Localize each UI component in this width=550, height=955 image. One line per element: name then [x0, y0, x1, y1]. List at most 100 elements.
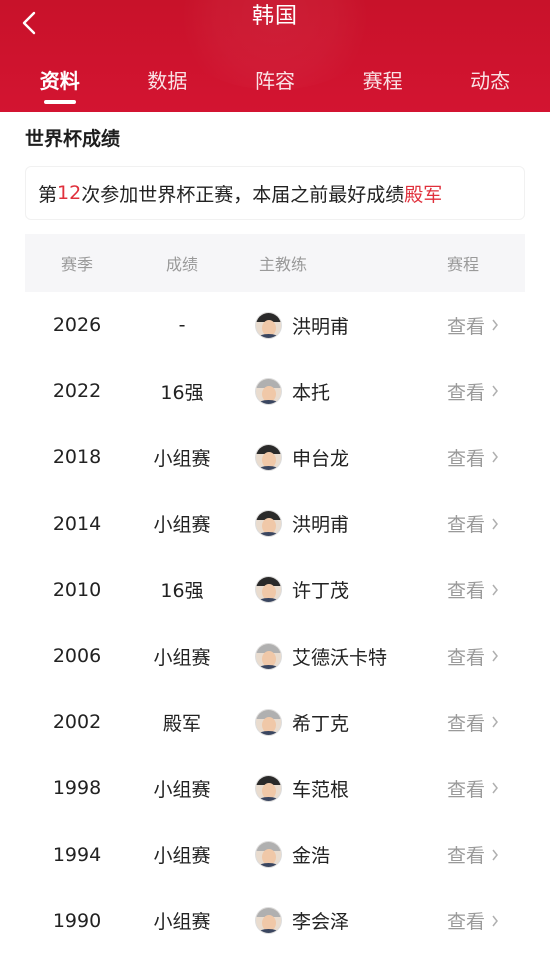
chevron-right-icon: [492, 915, 498, 927]
chevron-right-icon: [492, 650, 498, 662]
tab-bar: 资料 数据 阵容 赛程 动态: [0, 52, 550, 112]
summary-prefix: 第: [38, 183, 58, 206]
summary-count: 12: [57, 182, 82, 204]
coach-name: 希丁克: [292, 712, 350, 735]
chevron-right-icon: [492, 782, 498, 794]
season-cell: 2014: [52, 512, 102, 535]
view-label: 查看: [447, 646, 486, 669]
view-label: 查看: [447, 514, 486, 537]
view-label: 查看: [447, 580, 486, 603]
view-schedule-link[interactable]: 查看: [425, 643, 525, 670]
coach-name: 洪明甫: [292, 514, 350, 537]
result-cell: 小组赛: [153, 646, 211, 669]
chevron-right-icon: [492, 452, 498, 463]
table-row: 2014 小组赛 洪明甫 查看: [25, 491, 525, 557]
coach-name: 车范根: [292, 778, 350, 801]
coach-name: 金浩: [292, 845, 331, 868]
coach-name: 申台龙: [292, 447, 350, 470]
result-cell: 殿军: [162, 712, 201, 735]
world-cup-summary: 第 12 次参加世界杯正赛，本届之前最好成绩 殿军: [25, 166, 525, 220]
coach-cell: 本托: [235, 377, 425, 405]
table-row: 2018 小组赛 申台龙 查看: [25, 424, 525, 490]
coach-avatar-icon: [255, 708, 282, 736]
table-row: 1990 小组赛 李会泽 查看: [25, 888, 525, 954]
summary-text: 次参加世界杯正赛，本届之前最好成绩: [81, 183, 405, 206]
header-season: 赛季: [60, 255, 93, 274]
result-cell: 小组赛: [153, 911, 211, 934]
season-cell: 2010: [52, 578, 102, 601]
view-schedule-link[interactable]: 查看: [425, 907, 525, 934]
view-schedule-link[interactable]: 查看: [425, 775, 525, 802]
header-schedule: 赛程: [447, 255, 480, 274]
view-schedule-link[interactable]: 查看: [425, 709, 525, 736]
view-label: 查看: [447, 315, 486, 338]
table-row: 2026 - 洪明甫 查看: [25, 292, 525, 358]
coach-name: 本托: [292, 381, 331, 404]
chevron-right-icon: [492, 849, 498, 861]
result-cell: -: [178, 314, 186, 337]
result-cell: 16强: [160, 381, 204, 404]
view-label: 查看: [447, 712, 486, 735]
section-title: 世界杯成绩: [25, 128, 121, 150]
result-cell: 小组赛: [153, 845, 211, 868]
coach-avatar-icon: [255, 443, 282, 471]
season-cell: 2022: [52, 380, 102, 403]
table-row: 1994 小组赛 金浩 查看: [25, 822, 525, 888]
results-table: 2026 - 洪明甫 查看 2022 16强 本托 查看 2018 小组赛 申台…: [25, 292, 525, 954]
table-row: 2010 16强 许丁茂 查看: [25, 557, 525, 623]
coach-name: 洪明甫: [292, 315, 350, 338]
header-result: 成绩: [165, 255, 198, 274]
coach-cell: 希丁克: [235, 708, 425, 736]
coach-cell: 洪明甫: [235, 510, 425, 538]
result-cell: 小组赛: [153, 514, 211, 537]
chevron-right-icon: [492, 584, 498, 596]
coach-cell: 金浩: [235, 841, 425, 869]
view-schedule-link[interactable]: 查看: [425, 510, 525, 537]
coach-cell: 许丁茂: [235, 576, 425, 604]
table-row: 2006 小组赛 艾德沃卡特 查看: [25, 623, 525, 689]
season-cell: 2018: [52, 446, 102, 469]
coach-avatar-icon: [255, 907, 282, 935]
coach-avatar-icon: [255, 510, 282, 538]
coach-name: 许丁茂: [292, 580, 350, 603]
view-schedule-link[interactable]: 查看: [425, 444, 525, 471]
tab-schedule[interactable]: 赛程: [338, 52, 428, 112]
chevron-right-icon: [492, 385, 498, 397]
coach-cell: 洪明甫: [235, 311, 425, 339]
coach-cell: 车范根: [235, 774, 425, 802]
season-cell: 2002: [52, 711, 102, 734]
coach-cell: 艾德沃卡特: [235, 642, 425, 670]
tab-stats[interactable]: 数据: [122, 52, 212, 112]
view-label: 查看: [447, 845, 486, 868]
tab-squad[interactable]: 阵容: [230, 52, 320, 112]
header-coach: 主教练: [259, 255, 308, 274]
result-cell: 小组赛: [153, 447, 211, 470]
view-schedule-link[interactable]: 查看: [425, 841, 525, 868]
season-cell: 2006: [52, 645, 102, 668]
table-row: 2022 16强 本托 查看: [25, 358, 525, 424]
coach-avatar-icon: [255, 642, 282, 670]
chevron-right-icon: [492, 518, 498, 530]
coach-name: 艾德沃卡特: [292, 646, 388, 669]
view-schedule-link[interactable]: 查看: [425, 312, 525, 339]
tab-profile[interactable]: 资料: [15, 52, 105, 112]
season-cell: 1990: [52, 909, 102, 932]
view-label: 查看: [447, 778, 486, 801]
summary-best-result: 殿军: [404, 183, 443, 206]
view-schedule-link[interactable]: 查看: [425, 378, 525, 405]
view-schedule-link[interactable]: 查看: [425, 576, 525, 603]
coach-cell: 申台龙: [235, 443, 425, 471]
season-cell: 1998: [52, 777, 102, 800]
top-header: 韩国 资料 数据 阵容 赛程 动态: [0, 0, 550, 112]
view-label: 查看: [447, 381, 486, 404]
coach-cell: 李会泽: [235, 907, 425, 935]
result-cell: 小组赛: [153, 778, 211, 801]
tab-news[interactable]: 动态: [445, 52, 535, 112]
table-header: 赛季 成绩 主教练 赛程: [25, 234, 525, 292]
table-row: 2002 殿军 希丁克 查看: [25, 689, 525, 755]
table-row: 1998 小组赛 车范根 查看: [25, 755, 525, 821]
chevron-right-icon: [492, 319, 498, 331]
coach-name: 李会泽: [292, 911, 350, 934]
season-cell: 1994: [52, 843, 102, 866]
view-label: 查看: [447, 447, 486, 470]
